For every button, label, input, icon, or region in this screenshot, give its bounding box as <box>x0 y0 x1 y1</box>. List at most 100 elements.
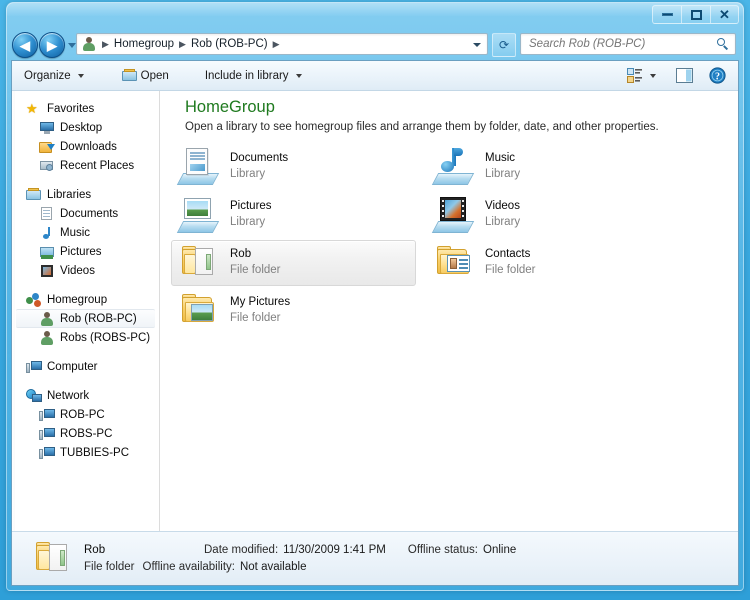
pictures-library-icon <box>176 195 220 235</box>
page-title: HomeGroup <box>185 98 275 116</box>
user-icon <box>39 330 55 346</box>
sidebar-item-robs-robspc[interactable]: Robs (ROBS-PC) <box>12 328 159 347</box>
content-pane[interactable]: HomeGroup Open a library to see homegrou… <box>161 91 738 585</box>
list-item-my-pictures[interactable]: My Pictures File folder <box>171 288 416 334</box>
sidebar-label: Homegroup <box>47 293 108 306</box>
list-item-documents[interactable]: Documents Library <box>171 144 416 190</box>
open-button[interactable]: Open <box>114 64 177 87</box>
star-icon: ★ <box>26 100 38 116</box>
item-name: Music <box>485 152 516 165</box>
title-bar-gloss <box>6 2 744 16</box>
explorer-window: ✕ ◀ ▶ ▶ Homegroup ▶ Rob (ROB-PC) ▶ ⟳ Sea… <box>6 2 744 591</box>
sidebar-item-rob-pc[interactable]: ROB-PC <box>12 405 159 424</box>
maximize-button[interactable] <box>681 5 710 24</box>
address-dropdown-icon[interactable] <box>473 43 481 47</box>
view-list-icon <box>627 68 642 83</box>
chevron-down-icon <box>650 73 656 78</box>
sidebar-item-favorites[interactable]: ★ Favorites <box>12 99 159 118</box>
sidebar-label: ROBS-PC <box>60 427 113 440</box>
item-subtitle: File folder <box>485 264 536 276</box>
close-icon: ✕ <box>719 7 730 22</box>
navigation-pane[interactable]: ★ Favorites Desktop Downloads Recent Pla… <box>12 91 160 585</box>
back-button[interactable]: ◀ <box>12 32 38 58</box>
item-name: Videos <box>485 200 520 213</box>
refresh-icon: ⟳ <box>498 38 510 52</box>
list-item-text: Contacts File folder <box>485 247 536 278</box>
list-item-text: Rob File folder <box>230 247 281 278</box>
include-in-library-button[interactable]: Include in library <box>197 66 310 86</box>
address-bar-row: ◀ ▶ ▶ Homegroup ▶ Rob (ROB-PC) ▶ ⟳ <box>6 29 744 60</box>
picture-icon <box>39 244 55 260</box>
sidebar-item-music[interactable]: Music <box>12 223 159 242</box>
title-bar: ✕ <box>6 2 744 29</box>
item-name: Rob <box>230 248 252 261</box>
organize-button[interactable]: Organize <box>16 66 92 86</box>
details-offline-availability-value: Not available <box>239 561 307 573</box>
sidebar-item-homegroup[interactable]: Homegroup <box>12 290 159 309</box>
item-subtitle: Library <box>230 168 266 180</box>
refresh-button[interactable]: ⟳ <box>492 33 516 57</box>
details-date-modified-value: 11/30/2009 1:41 PM <box>283 544 386 556</box>
sidebar-item-rob-robpc[interactable]: Rob (ROB-PC) <box>16 309 155 328</box>
back-arrow-icon: ◀ <box>20 37 30 53</box>
sidebar-item-pictures[interactable]: Pictures <box>12 242 159 261</box>
command-bar-right: ? <box>623 64 738 87</box>
forward-button[interactable]: ▶ <box>39 32 65 58</box>
breadcrumb-separator: ▶ <box>272 38 280 49</box>
list-item-music[interactable]: Music Library <box>426 144 671 190</box>
sidebar-item-libraries[interactable]: Libraries <box>12 185 159 204</box>
computer-icon <box>39 445 55 461</box>
breadcrumb-item-rob[interactable]: Rob (ROB-PC) <box>189 38 270 50</box>
music-icon <box>39 225 55 241</box>
details-pane: Rob Date modified: 11/30/2009 1:41 PM Of… <box>12 531 738 585</box>
sidebar-item-tubbies-pc[interactable]: TUBBIES-PC <box>12 443 159 462</box>
sidebar-label: Documents <box>60 207 119 220</box>
sidebar-item-computer[interactable]: Computer <box>12 357 159 376</box>
breadcrumb-item-homegroup[interactable]: Homegroup <box>112 38 176 50</box>
minimize-button[interactable] <box>652 5 681 24</box>
list-item-text: Documents Library <box>230 151 288 182</box>
list-item-videos[interactable]: Videos Library <box>426 192 671 238</box>
user-icon <box>39 311 55 327</box>
address-bar[interactable]: ▶ Homegroup ▶ Rob (ROB-PC) ▶ <box>76 33 488 55</box>
sidebar-item-desktop[interactable]: Desktop <box>12 118 159 137</box>
preview-pane-button[interactable] <box>672 65 697 86</box>
list-item-contacts[interactable]: Contacts File folder <box>426 240 671 286</box>
sidebar-item-network[interactable]: Network <box>12 386 159 405</box>
sidebar-label: Music <box>60 226 91 239</box>
chevron-down-icon <box>295 73 302 78</box>
sidebar-item-robs-pc[interactable]: ROBS-PC <box>12 424 159 443</box>
change-view-button[interactable] <box>623 65 660 86</box>
sidebar-item-videos[interactable]: Videos <box>12 261 159 280</box>
search-box[interactable] <box>520 33 736 55</box>
sidebar-item-downloads[interactable]: Downloads <box>12 137 159 156</box>
minimize-icon <box>661 13 673 16</box>
sidebar-label: Computer <box>47 360 98 373</box>
list-item-text: Music Library <box>485 151 520 182</box>
pictures-folder-icon <box>178 291 220 331</box>
client-area: Organize Open Include in library ? ★ Fav… <box>11 60 739 586</box>
nav-group-homegroup: Homegroup Rob (ROB-PC) Robs (ROBS-PC) <box>12 290 159 347</box>
breadcrumb-separator: ▶ <box>102 38 109 49</box>
sidebar-item-recent-places[interactable]: Recent Places <box>12 156 159 175</box>
computer-icon <box>26 359 42 375</box>
list-item-rob[interactable]: Rob File folder <box>171 240 416 286</box>
breadcrumb-separator: ▶ <box>179 38 186 49</box>
close-button[interactable]: ✕ <box>710 5 739 24</box>
libraries-icon <box>26 187 42 203</box>
item-name: Pictures <box>230 200 272 213</box>
sidebar-item-documents[interactable]: Documents <box>12 204 159 223</box>
monitor-icon <box>39 120 55 136</box>
page-subtitle: Open a library to see homegroup files an… <box>185 121 659 133</box>
details-folder-icon <box>32 539 72 579</box>
sidebar-label: Favorites <box>47 102 95 115</box>
list-item-pictures[interactable]: Pictures Library <box>171 192 416 238</box>
list-item-text: My Pictures File folder <box>230 295 290 326</box>
maximize-icon <box>690 9 702 20</box>
recent-pages-dropdown-icon[interactable] <box>68 42 76 48</box>
nav-group-favorites: ★ Favorites Desktop Downloads Recent Pla… <box>12 99 159 175</box>
nav-group-libraries: Libraries Documents Music Pictures Video… <box>12 185 159 280</box>
search-input[interactable] <box>527 37 717 51</box>
help-button[interactable]: ? <box>705 64 730 87</box>
sidebar-label: Robs (ROBS-PC) <box>60 331 151 344</box>
